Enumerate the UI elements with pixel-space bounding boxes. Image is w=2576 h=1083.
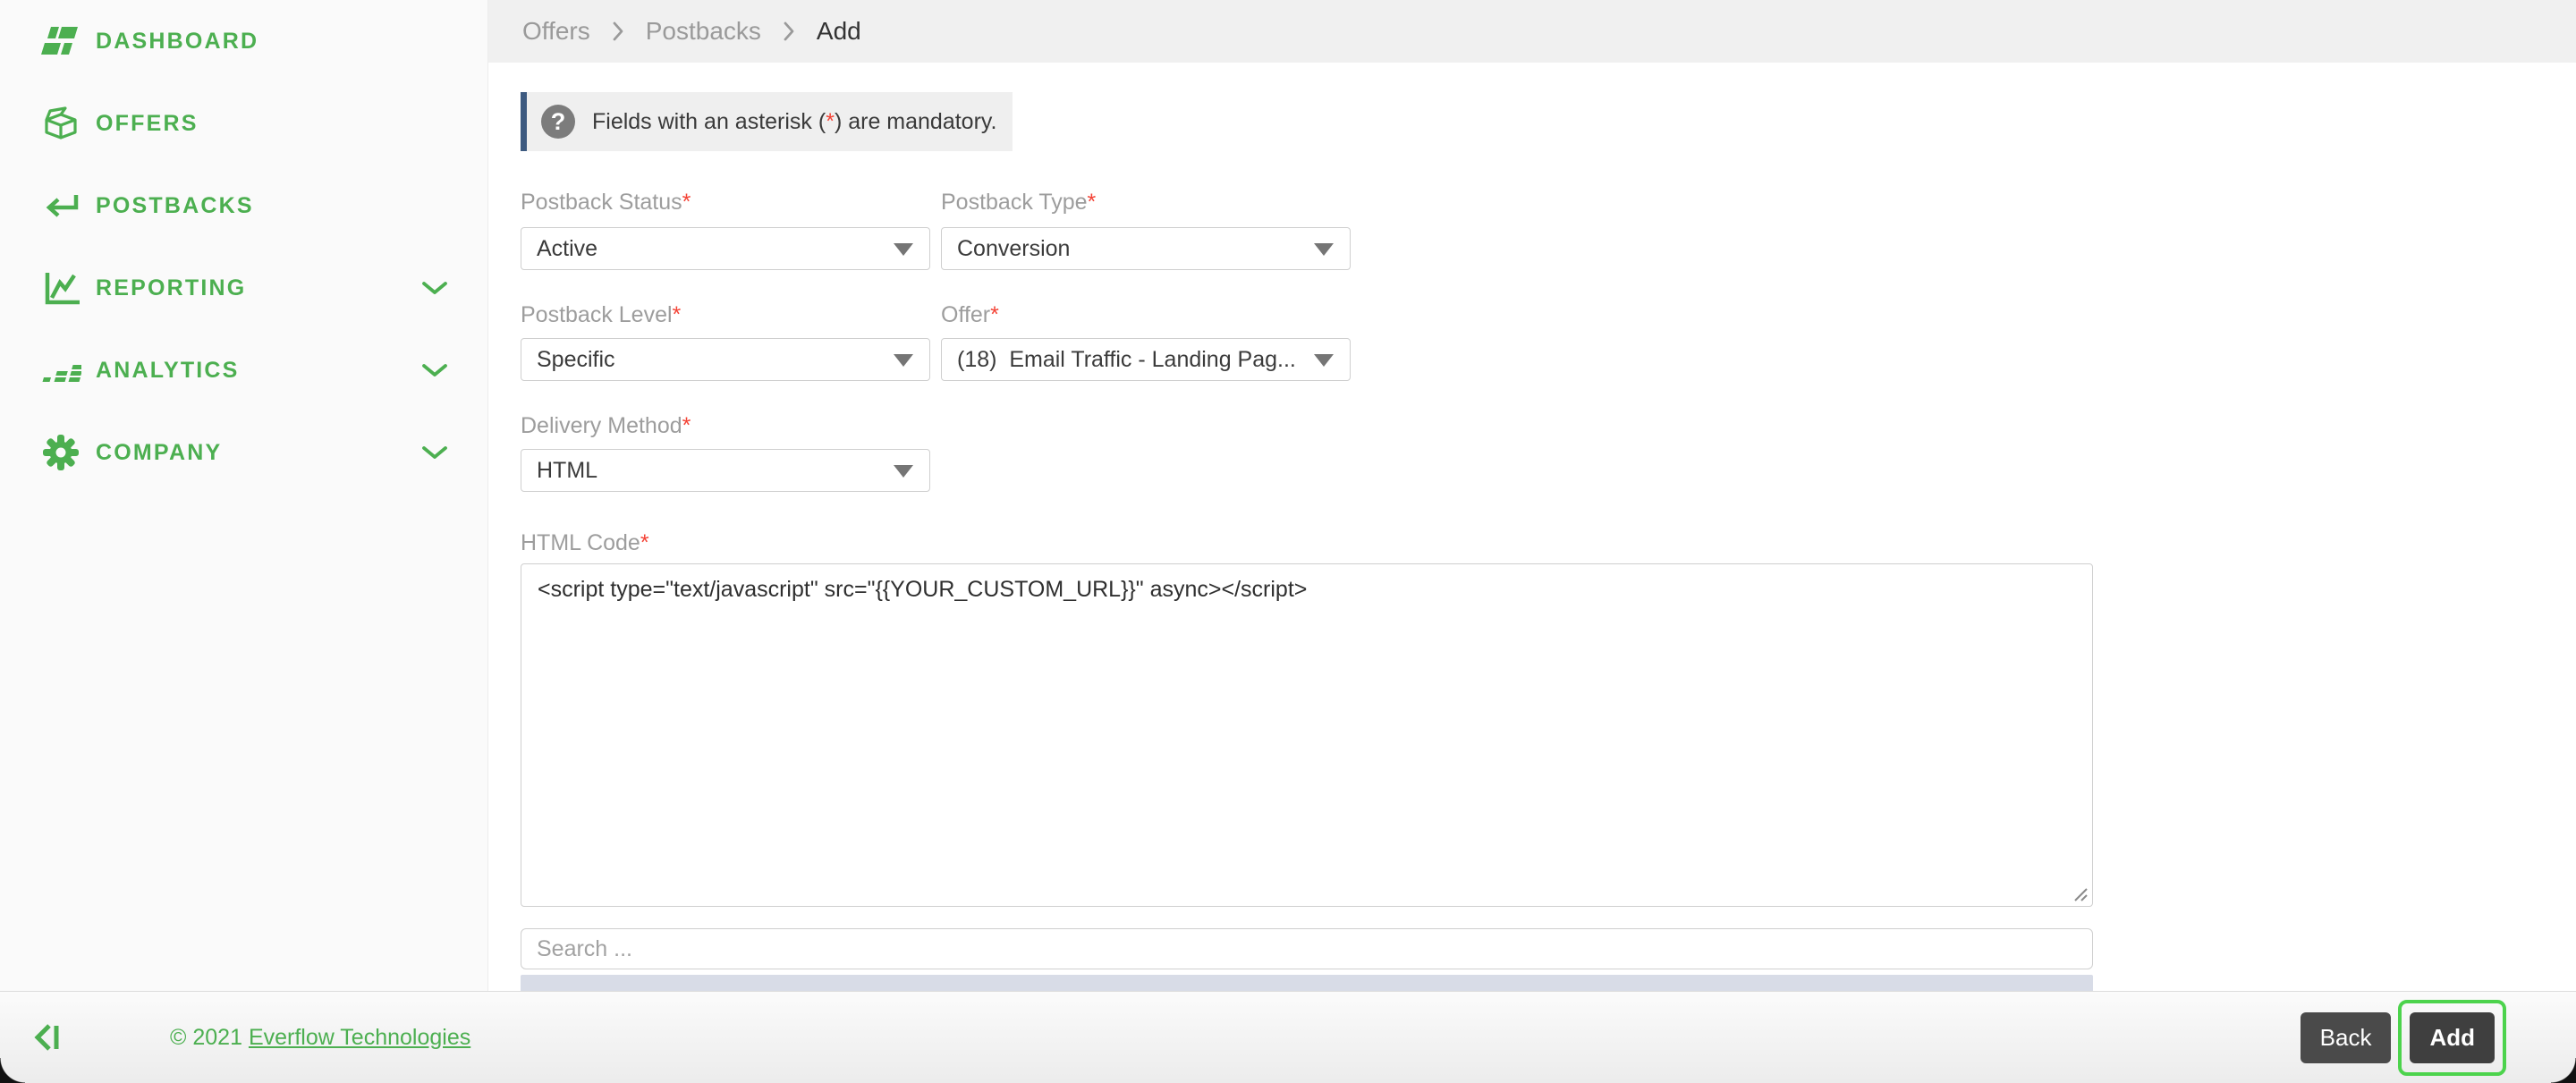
copyright-text: © 2021 Everflow Technologies — [170, 1025, 470, 1051]
postback-type-label: Postback Type* — [941, 190, 1096, 216]
html-code-field: <script type="text/javascript" src="{{YO… — [521, 563, 2093, 907]
main-content: ? Fields with an asterisk (*) are mandat… — [488, 63, 2576, 991]
mandatory-fields-banner: ? Fields with an asterisk (*) are mandat… — [521, 92, 1013, 151]
breadcrumb: Offers Postbacks Add — [488, 0, 2576, 63]
offer-label: Offer* — [941, 302, 999, 328]
html-code-textarea[interactable]: <script type="text/javascript" src="{{YO… — [521, 563, 2093, 907]
everflow-technologies-link[interactable]: Everflow Technologies — [249, 1025, 470, 1050]
chevron-down-icon — [421, 444, 448, 461]
select-caret-icon — [894, 243, 913, 256]
delivery-method-label: Delivery Method* — [521, 413, 691, 439]
offer-select[interactable]: (18) Email Traffic - Landing Pag... — [941, 338, 1351, 381]
banner-text: Fields with an asterisk (*) are mandator… — [592, 109, 997, 135]
sidebar-item-dashboard[interactable]: DASHBOARD — [0, 0, 487, 82]
sidebar-item-label: COMPANY — [96, 440, 222, 466]
chevron-down-icon — [421, 280, 448, 296]
sidebar-item-company[interactable]: COMPANY — [0, 411, 487, 494]
sidebar-item-label: POSTBACKS — [96, 193, 254, 219]
footer-bar: © 2021 Everflow Technologies Back Add — [0, 991, 2576, 1083]
postback-status-label: Postback Status* — [521, 190, 691, 216]
sidebar-item-analytics[interactable]: ANALYTICS — [0, 329, 487, 411]
sidebar-collapse-button[interactable] — [30, 1021, 64, 1053]
sidebar: DASHBOARD OFFERS POSTBACKS — [0, 0, 488, 991]
sidebar-item-label: REPORTING — [96, 275, 246, 301]
add-button-highlight: Add — [2398, 1000, 2506, 1076]
html-code-label: HTML Code* — [521, 530, 649, 556]
add-button[interactable]: Add — [2410, 1012, 2495, 1063]
select-caret-icon — [1314, 354, 1334, 367]
select-caret-icon — [1314, 243, 1334, 256]
postback-status-select[interactable]: Active — [521, 227, 930, 270]
chevron-down-icon — [421, 362, 448, 378]
line-chart-icon — [40, 267, 81, 309]
sidebar-item-label: OFFERS — [96, 111, 199, 137]
postback-type-select[interactable]: Conversion — [941, 227, 1351, 270]
select-caret-icon — [894, 354, 913, 367]
select-caret-icon — [894, 465, 913, 478]
chevron-right-icon — [612, 21, 624, 42]
sidebar-item-label: DASHBOARD — [96, 29, 258, 55]
stacked-bars-icon — [40, 350, 81, 391]
collapse-sidebar-icon — [30, 1043, 64, 1056]
postback-level-select[interactable]: Specific — [521, 338, 930, 381]
return-arrow-icon — [40, 185, 81, 226]
delivery-method-select[interactable]: HTML — [521, 449, 930, 492]
table-header-bar — [521, 975, 2093, 991]
search-input[interactable] — [521, 928, 2093, 969]
breadcrumb-item-offers[interactable]: Offers — [522, 17, 590, 46]
sidebar-item-postbacks[interactable]: POSTBACKS — [0, 165, 487, 247]
open-box-icon — [40, 103, 81, 144]
resize-handle-icon[interactable] — [2072, 886, 2089, 902]
gear-icon — [40, 432, 81, 473]
breadcrumb-item-postbacks[interactable]: Postbacks — [646, 17, 761, 46]
sidebar-item-reporting[interactable]: REPORTING — [0, 247, 487, 329]
breadcrumb-item-add: Add — [817, 17, 861, 46]
help-question-icon: ? — [541, 105, 575, 139]
back-button[interactable]: Back — [2301, 1012, 2392, 1063]
everflow-logo-icon — [40, 21, 81, 62]
postback-level-label: Postback Level* — [521, 302, 681, 328]
sidebar-item-offers[interactable]: OFFERS — [0, 82, 487, 165]
sidebar-item-label: ANALYTICS — [96, 358, 240, 384]
chevron-right-icon — [783, 21, 795, 42]
